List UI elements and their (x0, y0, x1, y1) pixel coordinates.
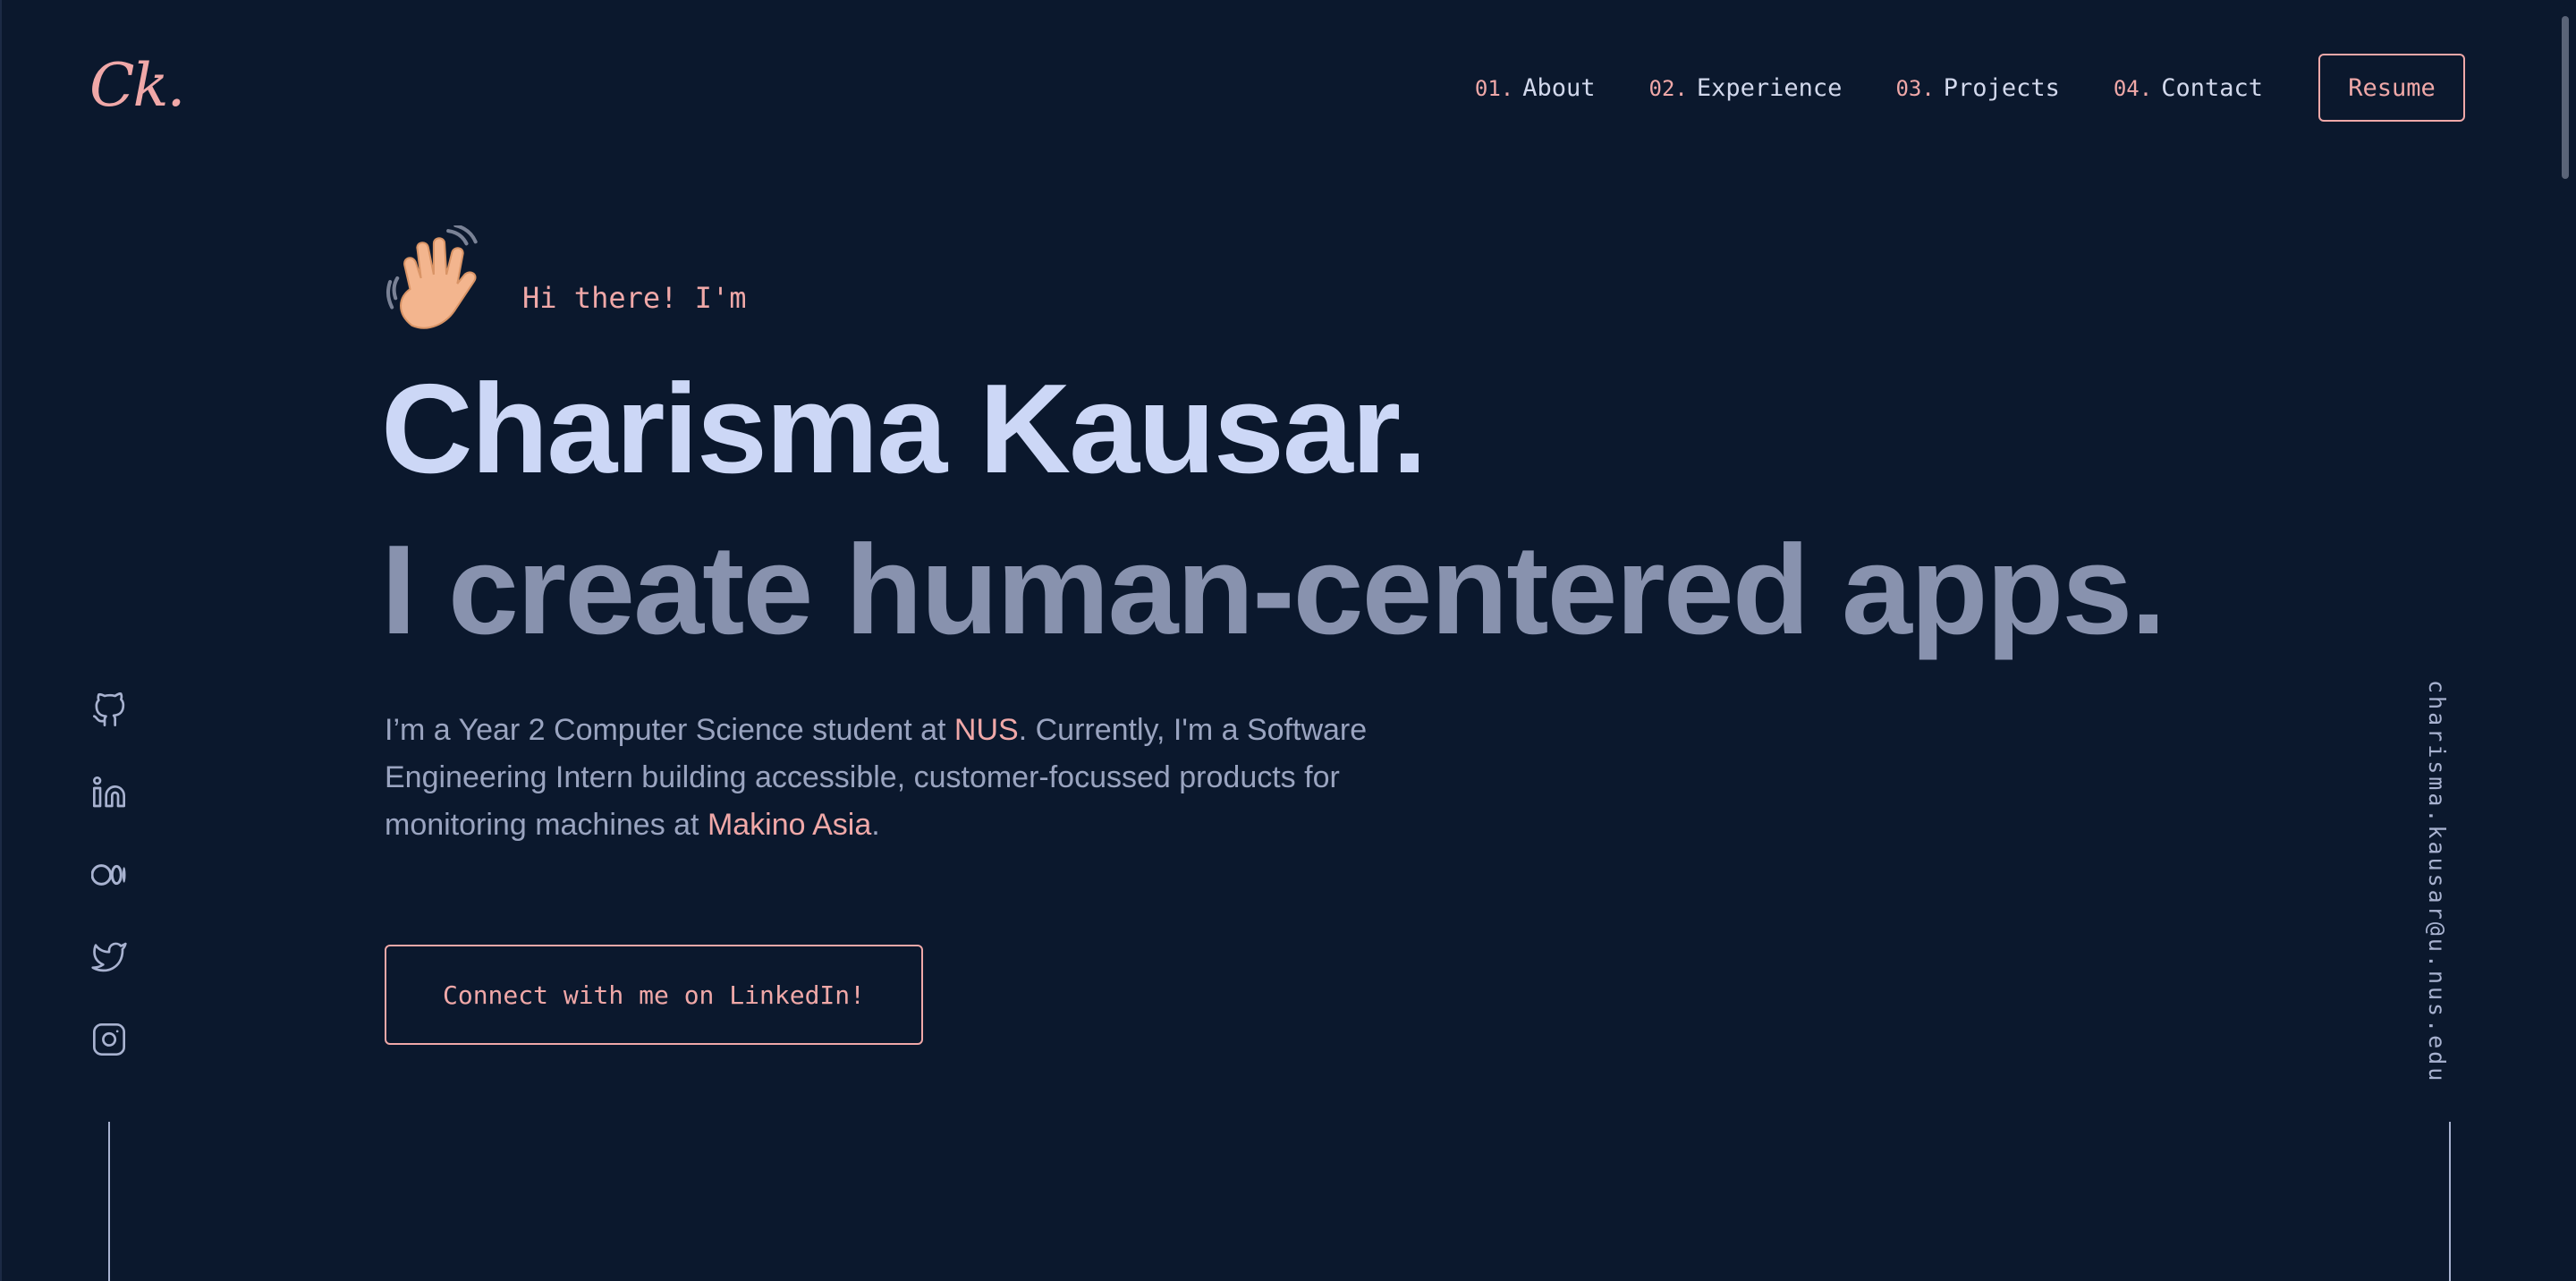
logo[interactable]: Ck. (89, 50, 185, 122)
instagram-icon[interactable] (89, 1020, 129, 1059)
nav-label: About (1522, 73, 1596, 102)
social-links (89, 691, 129, 1102)
nav-label: Contact (2161, 73, 2263, 102)
linkedin-icon[interactable] (89, 773, 129, 812)
hero-bio: I’m a Year 2 Computer Science student at… (385, 707, 1386, 849)
nav-number: 03. (1895, 75, 1935, 101)
nav-item-about[interactable]: 01. About (1475, 74, 1596, 102)
nav-item-contact[interactable]: 04. Contact (2114, 74, 2263, 102)
twitter-icon[interactable] (89, 937, 129, 977)
top-nav: 01. About 02. Experience 03. Projects 04… (1475, 54, 2465, 122)
hero-name: Charisma Kausar. (381, 358, 1428, 500)
bio-text: . (871, 808, 880, 842)
nav-item-experience[interactable]: 02. Experience (1649, 74, 1843, 102)
social-divider-line (108, 1122, 110, 1281)
linkedin-connect-button[interactable]: Connect with me on LinkedIn! (385, 945, 923, 1045)
nav-number: 04. (2113, 75, 2153, 101)
medium-icon[interactable] (89, 855, 129, 895)
nav-item-projects[interactable]: 03. Projects (1895, 74, 2059, 102)
greeting-text: Hi there! I'm (522, 281, 747, 315)
github-icon[interactable] (89, 691, 129, 730)
scrollbar[interactable] (2562, 0, 2572, 1281)
nav-number: 02. (1648, 75, 1688, 101)
nav-number: 01. (1474, 75, 1514, 101)
page: Ck. 01. About 02. Experience 03. Project… (0, 0, 2576, 1281)
waving-hand-icon (385, 223, 494, 335)
email-divider-line (2449, 1122, 2451, 1281)
resume-button[interactable]: Resume (2318, 54, 2465, 122)
scrollbar-thumb[interactable] (2562, 16, 2569, 179)
hero-tagline: I create human-centered apps. (381, 519, 2166, 661)
makino-asia-link[interactable]: Makino Asia (708, 808, 871, 842)
bio-text: I’m a Year 2 Computer Science student at (385, 713, 954, 747)
nav-label: Projects (1943, 73, 2060, 102)
nus-link[interactable]: NUS (954, 713, 1019, 747)
nav-label: Experience (1696, 73, 1843, 102)
email-link[interactable]: charisma.kausar@u.nus.edu (2424, 680, 2450, 1083)
